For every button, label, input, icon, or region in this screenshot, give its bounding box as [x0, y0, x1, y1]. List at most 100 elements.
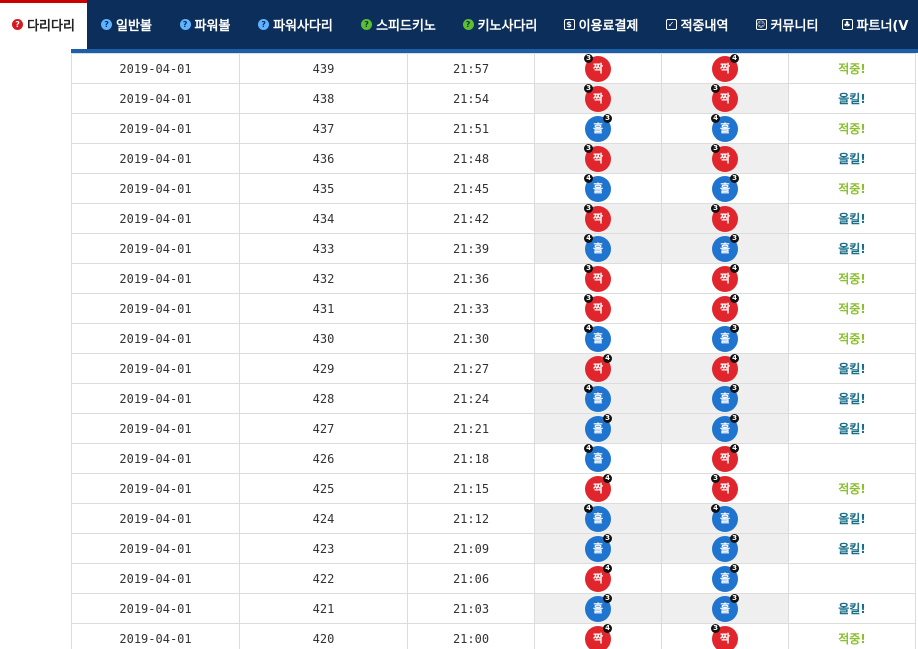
table-row: 2019-04-01 426 21:18 홀 4 짝 4 — [71, 443, 916, 474]
round-cell: 435 — [239, 173, 408, 204]
line-count-badge: 3 — [730, 383, 739, 393]
ball-label: 짝 — [592, 151, 604, 165]
time-cell: 21:27 — [407, 353, 535, 384]
nav-item-3[interactable]: ? 파워사다리 — [244, 0, 347, 49]
table-row: 2019-04-01 422 21:06 짝 4 홀 3 — [71, 563, 916, 594]
pick-cell: 짝3 — [661, 143, 789, 174]
result-cell: 홀3 — [534, 413, 662, 444]
date-cell: 2019-04-01 — [71, 233, 240, 264]
round-cell: 425 — [239, 473, 408, 504]
round-cell: 428 — [239, 383, 408, 414]
nav-item-5[interactable]: ? 키노사다리 — [450, 0, 550, 49]
result-ball: 짝3 — [584, 53, 611, 82]
nav-item-8[interactable]: ☺ 커뮤니티 — [742, 0, 832, 49]
nav-item-label: 스피드키노 — [376, 19, 436, 34]
nav-item-label: 파트너(V — [856, 19, 909, 34]
date-cell: 2019-04-01 — [71, 83, 240, 114]
ball-label: 홀 — [592, 181, 604, 195]
result-ball: 짝3 — [584, 143, 611, 172]
ball-label: 짝 — [592, 361, 604, 375]
nav-item-9[interactable]: ♣ 파트너(V — [832, 0, 918, 49]
ball-label: 홀 — [719, 241, 731, 255]
pick-cell: 홀3 — [661, 173, 789, 204]
nav-item-label: 파워사다리 — [273, 19, 333, 34]
line-count-badge: 4 — [730, 353, 739, 363]
time-cell: 21:12 — [407, 503, 535, 534]
pick-ball: 홀4 — [711, 113, 738, 142]
nav-item-0[interactable]: ? 다리다리 — [0, 0, 87, 49]
time-cell: 21:42 — [407, 203, 535, 234]
ball-label: 홀 — [592, 331, 604, 345]
result-cell: 홀4 — [534, 503, 662, 534]
result-cell: 짝4 — [534, 563, 662, 594]
round-cell: 437 — [239, 113, 408, 144]
time-cell: 21:48 — [407, 143, 535, 174]
date-cell: 2019-04-01 — [71, 323, 240, 354]
table-row: 2019-04-01 437 21:51 홀 3 홀 4 적중! — [71, 113, 916, 144]
nav-item-2[interactable]: ? 파워볼 — [166, 0, 244, 49]
ball-label: 짝 — [592, 481, 604, 495]
checkbox-icon: ✓ — [665, 19, 677, 30]
result-ball: 홀4 — [584, 323, 611, 352]
time-cell: 21:24 — [407, 383, 535, 414]
line-count-badge: 4 — [603, 473, 612, 483]
status-cell: 올킬! — [788, 533, 916, 564]
result-cell: 홀3 — [534, 593, 662, 624]
line-count-badge: 4 — [711, 113, 720, 123]
line-count-badge: 3 — [584, 83, 593, 93]
question-icon: ? — [12, 19, 24, 30]
date-cell: 2019-04-01 — [71, 623, 240, 649]
time-cell: 21:30 — [407, 323, 535, 354]
table-row: 2019-04-01 423 21:09 홀 3 홀 3 올킬! — [71, 533, 916, 564]
line-count-badge: 3 — [730, 173, 739, 183]
round-cell: 432 — [239, 263, 408, 294]
result-cell: 홀4 — [534, 383, 662, 414]
result-ball: 홀4 — [584, 173, 611, 202]
nav-item-6[interactable]: $ 이용료결제 — [550, 0, 652, 49]
round-cell: 434 — [239, 203, 408, 234]
ball-label: 짝 — [592, 61, 604, 75]
time-cell: 21:45 — [407, 173, 535, 204]
table-row: 2019-04-01 421 21:03 홀 3 홀 3 올킬! — [71, 593, 916, 624]
ball-label: 홀 — [719, 331, 731, 345]
status-cell: 올킬! — [788, 593, 916, 624]
result-ball: 짝3 — [584, 203, 611, 232]
result-ball: 홀3 — [585, 113, 612, 142]
nav-item-4[interactable]: ? 스피드키노 — [347, 0, 450, 49]
result-cell: 홀4 — [534, 233, 662, 264]
partner-icon: ♣ — [841, 19, 853, 30]
line-count-badge: 3 — [603, 533, 612, 543]
round-cell: 439 — [239, 53, 408, 84]
status-cell — [788, 443, 916, 474]
result-ball: 짝4 — [585, 623, 612, 649]
date-cell: 2019-04-01 — [71, 473, 240, 504]
status-cell: 적중! — [788, 293, 916, 324]
pick-cell: 홀3 — [661, 233, 789, 264]
table-row: 2019-04-01 434 21:42 짝 3 짝 3 올킬! — [71, 203, 916, 234]
time-cell: 21:33 — [407, 293, 535, 324]
line-count-badge: 3 — [730, 563, 739, 573]
nav-item-7[interactable]: ✓ 적중내역 — [652, 0, 742, 49]
date-cell: 2019-04-01 — [71, 533, 240, 564]
table-row: 2019-04-01 428 21:24 홀 4 홀 3 올킬! — [71, 383, 916, 414]
result-ball: 짝4 — [585, 563, 612, 592]
nav-item-1[interactable]: ? 일반볼 — [87, 0, 166, 49]
ball-label: 홀 — [592, 541, 604, 555]
ball-label: 홀 — [592, 241, 604, 255]
round-cell: 438 — [239, 83, 408, 114]
line-count-badge: 4 — [584, 233, 593, 243]
pick-ball: 짝3 — [711, 473, 738, 502]
line-count-badge: 4 — [584, 173, 593, 183]
pick-ball: 홀3 — [712, 533, 739, 562]
ball-label: 홀 — [719, 181, 731, 195]
pick-ball: 짝3 — [711, 623, 738, 649]
round-cell: 431 — [239, 293, 408, 324]
line-count-badge: 3 — [730, 533, 739, 543]
pick-cell: 홀3 — [661, 323, 789, 354]
line-count-badge: 4 — [711, 503, 720, 513]
ball-label: 짝 — [592, 271, 604, 285]
table-row: 2019-04-01 420 21:00 짝 4 짝 3 적중! — [71, 623, 916, 649]
question-icon: ? — [462, 19, 474, 30]
ball-label: 홀 — [719, 121, 731, 135]
ball-label: 짝 — [719, 151, 731, 165]
